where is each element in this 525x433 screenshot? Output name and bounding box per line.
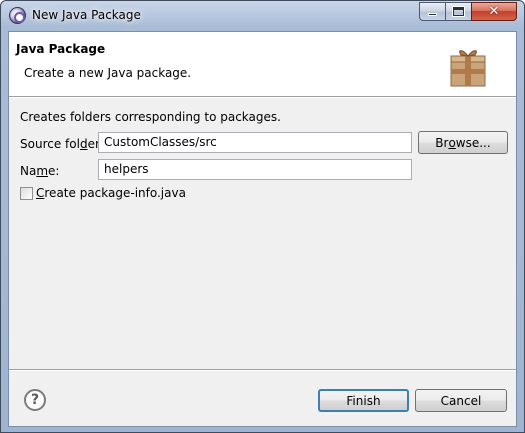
package-info-option[interactable]: Create package-info.java: [20, 185, 186, 201]
maximize-icon: [452, 6, 465, 17]
minimize-button[interactable]: [419, 2, 446, 21]
dialog-window: New Java Package ✕ Java Package Create a…: [0, 0, 525, 433]
browse-label-rest: wse...: [455, 135, 491, 150]
browse-label-accel: o: [448, 135, 456, 150]
name-label-rest: e:: [48, 164, 60, 178]
package-icon: [450, 50, 486, 87]
source-folder-input[interactable]: CustomClasses/src: [98, 132, 412, 153]
help-icon[interactable]: ?: [24, 389, 46, 411]
name-label-accel: m: [36, 164, 49, 178]
title-bar[interactable]: New Java Package ✕: [1, 1, 524, 31]
dialog-client-area: Java Package Create a new Java package. …: [8, 31, 517, 427]
name-label: Name:: [20, 164, 59, 178]
close-icon: ✕: [488, 4, 500, 19]
close-button[interactable]: ✕: [471, 2, 517, 21]
source-folder-label: Source folder:: [20, 137, 104, 151]
source-folder-label-text: Source fol: [20, 137, 80, 151]
package-info-label-rest: reate package-info.java: [44, 186, 186, 200]
window-title: New Java Package: [32, 8, 141, 22]
banner-separator: [9, 96, 516, 98]
minimize-icon: [428, 13, 437, 16]
package-info-label: Create package-info.java: [36, 186, 186, 200]
cancel-button[interactable]: Cancel: [415, 389, 507, 412]
footer-separator: [9, 369, 516, 371]
finish-button[interactable]: Finish: [318, 389, 409, 412]
banner-message: Create a new Java package.: [24, 66, 192, 80]
browse-button[interactable]: Br o wse...: [418, 131, 508, 154]
title-banner: Java Package Create a new Java package.: [9, 32, 516, 96]
eclipse-icon: [9, 7, 26, 24]
package-info-checkbox[interactable]: [20, 186, 33, 200]
package-name-input[interactable]: helpers: [98, 159, 412, 180]
source-folder-label-accel: d: [79, 137, 88, 151]
browse-label-text: Br: [435, 135, 449, 150]
maximize-button[interactable]: [445, 2, 472, 21]
banner-title: Java Package: [16, 42, 106, 56]
name-label-text: Na: [20, 164, 37, 178]
description-text: Creates folders corresponding to package…: [20, 110, 281, 124]
